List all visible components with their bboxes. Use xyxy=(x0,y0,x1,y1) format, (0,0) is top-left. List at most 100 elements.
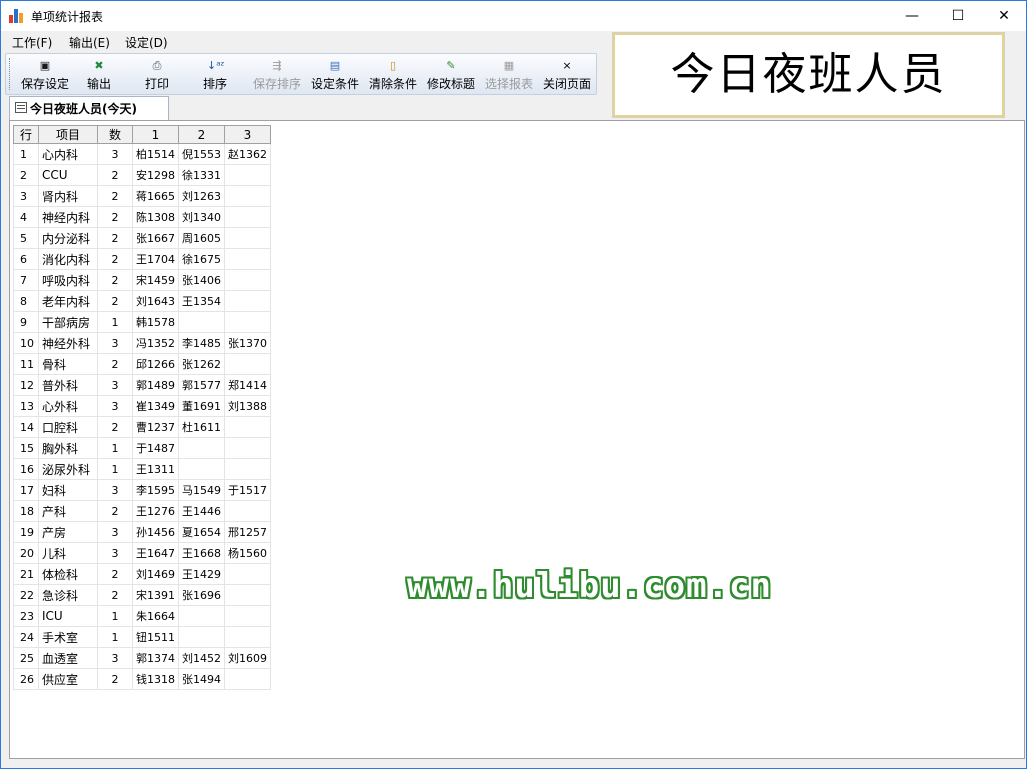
cell-staff-3[interactable] xyxy=(224,185,271,207)
table-row[interactable]: 22 急诊科 2 宋1391 张1696 xyxy=(13,584,271,606)
cell-row-number[interactable]: 1 xyxy=(13,143,39,165)
cell-staff-3[interactable] xyxy=(224,605,271,627)
cell-row-number[interactable]: 8 xyxy=(13,290,39,312)
cell-staff-1[interactable]: 钱1318 xyxy=(132,668,179,690)
cell-count[interactable]: 2 xyxy=(97,227,133,249)
cell-staff-1[interactable]: 于1487 xyxy=(132,437,179,459)
cell-staff-1[interactable]: 邱1266 xyxy=(132,353,179,375)
cell-staff-2[interactable]: 刘1263 xyxy=(178,185,225,207)
cell-count[interactable]: 1 xyxy=(97,458,133,480)
grid-area[interactable]: 行 项目 数 1 2 3 1 心内科 3 柏1514 倪1553 赵1362 2 CCU 2 安1… xyxy=(9,120,1025,759)
cell-staff-3[interactable] xyxy=(224,584,271,606)
cell-count[interactable]: 2 xyxy=(97,668,133,690)
cell-item-name[interactable]: 体检科 xyxy=(38,563,98,585)
cell-row-number[interactable]: 12 xyxy=(13,374,39,396)
col-header-item[interactable]: 项目 xyxy=(38,125,98,144)
col-header-count[interactable]: 数 xyxy=(97,125,133,144)
cell-staff-1[interactable]: 韩1578 xyxy=(132,311,179,333)
cell-row-number[interactable]: 18 xyxy=(13,500,39,522)
cell-item-name[interactable]: 手术室 xyxy=(38,626,98,648)
cell-staff-1[interactable]: 王1311 xyxy=(132,458,179,480)
cell-staff-2[interactable]: 董1691 xyxy=(178,395,225,417)
cell-row-number[interactable]: 13 xyxy=(13,395,39,417)
cell-item-name[interactable]: 肾内科 xyxy=(38,185,98,207)
cell-count[interactable]: 2 xyxy=(97,416,133,438)
cell-staff-1[interactable]: 朱1664 xyxy=(132,605,179,627)
col-header-1[interactable]: 1 xyxy=(132,125,179,144)
table-row[interactable]: 5 内分泌科 2 张1667 周1605 xyxy=(13,227,271,249)
cell-row-number[interactable]: 25 xyxy=(13,647,39,669)
cell-row-number[interactable]: 21 xyxy=(13,563,39,585)
cell-item-name[interactable]: ICU xyxy=(38,605,98,627)
cell-row-number[interactable]: 6 xyxy=(13,248,39,270)
cell-staff-1[interactable]: 孙1456 xyxy=(132,521,179,543)
cell-staff-2[interactable]: 刘1452 xyxy=(178,647,225,669)
cell-staff-3[interactable] xyxy=(224,311,271,333)
cell-count[interactable]: 2 xyxy=(97,185,133,207)
table-row[interactable]: 8 老年内科 2 刘1643 王1354 xyxy=(13,290,271,312)
cell-row-number[interactable]: 22 xyxy=(13,584,39,606)
cell-staff-2[interactable] xyxy=(178,458,225,480)
cell-row-number[interactable]: 23 xyxy=(13,605,39,627)
cell-item-name[interactable]: 妇科 xyxy=(38,479,98,501)
table-row[interactable]: 17 妇科 3 李1595 马1549 于1517 xyxy=(13,479,271,501)
cell-staff-2[interactable]: 刘1340 xyxy=(178,206,225,228)
cell-staff-3[interactable] xyxy=(224,269,271,291)
cell-row-number[interactable]: 19 xyxy=(13,521,39,543)
toolbar-button-8[interactable]: ▦ 选择报表 xyxy=(482,56,536,92)
cell-staff-1[interactable]: 安1298 xyxy=(132,164,179,186)
cell-staff-1[interactable]: 李1595 xyxy=(132,479,179,501)
table-row[interactable]: 13 心外科 3 崔1349 董1691 刘1388 xyxy=(13,395,271,417)
menu-settings[interactable]: 设定(D) xyxy=(125,34,168,51)
table-row[interactable]: 10 神经外科 3 冯1352 李1485 张1370 xyxy=(13,332,271,354)
cell-count[interactable]: 2 xyxy=(97,290,133,312)
cell-staff-3[interactable] xyxy=(224,227,271,249)
cell-item-name[interactable]: 心外科 xyxy=(38,395,98,417)
menu-output[interactable]: 输出(E) xyxy=(69,34,110,51)
cell-count[interactable]: 2 xyxy=(97,584,133,606)
cell-row-number[interactable]: 24 xyxy=(13,626,39,648)
table-row[interactable]: 6 消化内科 2 王1704 徐1675 xyxy=(13,248,271,270)
cell-staff-2[interactable]: 张1262 xyxy=(178,353,225,375)
cell-row-number[interactable]: 16 xyxy=(13,458,39,480)
cell-staff-1[interactable]: 刘1469 xyxy=(132,563,179,585)
cell-staff-1[interactable]: 宋1391 xyxy=(132,584,179,606)
cell-staff-1[interactable]: 陈1308 xyxy=(132,206,179,228)
cell-count[interactable]: 2 xyxy=(97,248,133,270)
cell-staff-2[interactable] xyxy=(178,605,225,627)
cell-staff-3[interactable]: 杨1560 xyxy=(224,542,271,564)
cell-staff-2[interactable]: 倪1553 xyxy=(178,143,225,165)
cell-item-name[interactable]: 老年内科 xyxy=(38,290,98,312)
cell-item-name[interactable]: 急诊科 xyxy=(38,584,98,606)
cell-staff-2[interactable]: 周1605 xyxy=(178,227,225,249)
close-window-button[interactable]: ✕ xyxy=(981,1,1027,31)
cell-item-name[interactable]: 产科 xyxy=(38,500,98,522)
cell-item-name[interactable]: CCU xyxy=(38,164,98,186)
col-header-row-number[interactable]: 行 xyxy=(13,125,39,144)
cell-item-name[interactable]: 口腔科 xyxy=(38,416,98,438)
cell-staff-2[interactable]: 李1485 xyxy=(178,332,225,354)
cell-count[interactable]: 3 xyxy=(97,332,133,354)
cell-staff-3[interactable]: 刘1609 xyxy=(224,647,271,669)
cell-item-name[interactable]: 呼吸内科 xyxy=(38,269,98,291)
cell-item-name[interactable]: 消化内科 xyxy=(38,248,98,270)
cell-staff-1[interactable]: 郭1374 xyxy=(132,647,179,669)
cell-staff-2[interactable]: 徐1675 xyxy=(178,248,225,270)
cell-staff-2[interactable] xyxy=(178,437,225,459)
toolbar-grip[interactable] xyxy=(9,58,12,90)
cell-staff-1[interactable]: 宋1459 xyxy=(132,269,179,291)
cell-count[interactable]: 3 xyxy=(97,647,133,669)
cell-staff-1[interactable]: 王1704 xyxy=(132,248,179,270)
cell-staff-1[interactable]: 刘1643 xyxy=(132,290,179,312)
table-row[interactable]: 15 胸外科 1 于1487 xyxy=(13,437,271,459)
cell-item-name[interactable]: 干部病房 xyxy=(38,311,98,333)
cell-staff-3[interactable] xyxy=(224,668,271,690)
maximize-button[interactable]: ☐ xyxy=(935,1,981,31)
cell-staff-2[interactable]: 王1354 xyxy=(178,290,225,312)
cell-staff-3[interactable] xyxy=(224,563,271,585)
table-row[interactable]: 16 泌尿外科 1 王1311 xyxy=(13,458,271,480)
cell-staff-3[interactable] xyxy=(224,437,271,459)
cell-item-name[interactable]: 神经内科 xyxy=(38,206,98,228)
table-row[interactable]: 9 干部病房 1 韩1578 xyxy=(13,311,271,333)
cell-staff-3[interactable] xyxy=(224,206,271,228)
